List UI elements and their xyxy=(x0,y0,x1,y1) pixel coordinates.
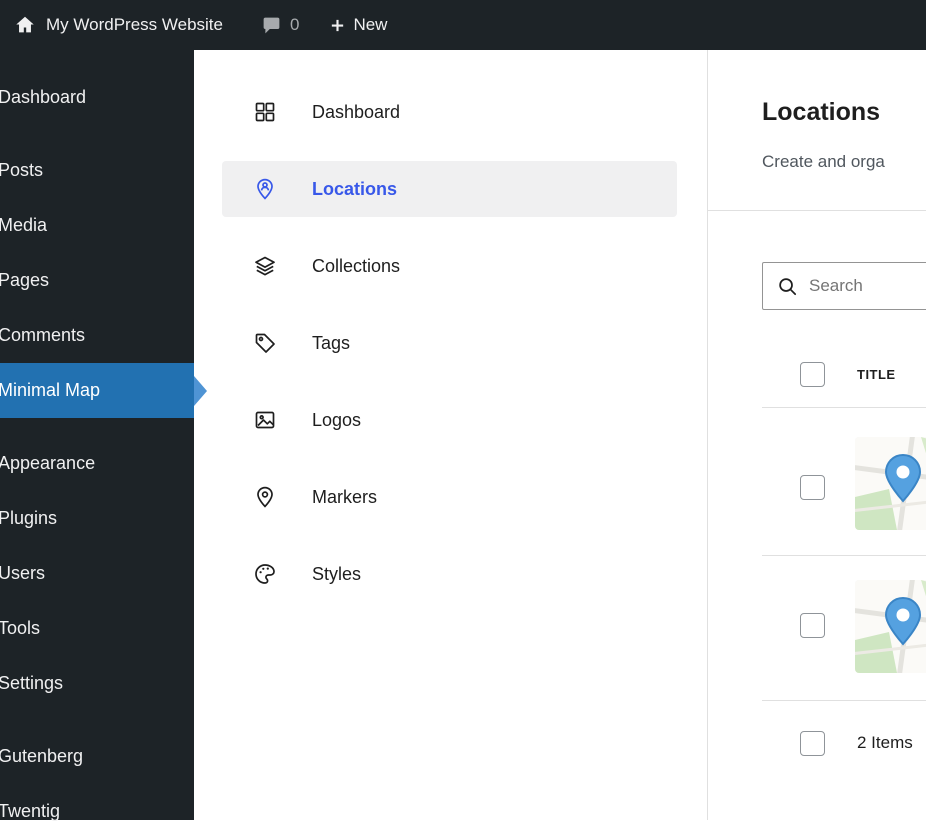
plugin-menu-label: Tags xyxy=(312,333,350,354)
sidebar-item-pages[interactable]: Pages xyxy=(0,253,194,308)
image-icon xyxy=(252,407,278,433)
footer-divider xyxy=(762,700,926,701)
location-pin-person-icon xyxy=(252,176,278,202)
search-box xyxy=(762,262,926,310)
sidebar-item-plugins[interactable]: Plugins xyxy=(0,491,194,546)
palette-icon xyxy=(252,561,278,587)
page-subtitle: Create and orga xyxy=(762,152,885,172)
plugin-menu-locations[interactable]: Locations xyxy=(222,161,677,217)
tag-icon xyxy=(252,330,278,356)
sidebar-item-gutenberg[interactable]: Gutenberg xyxy=(0,729,194,784)
plugin-menu-label: Dashboard xyxy=(312,102,400,123)
new-label: New xyxy=(353,15,387,35)
column-header-title: TITLE xyxy=(857,367,896,382)
admin-bar: My WordPress Website 0 New xyxy=(0,0,926,50)
sidebar-item-comments[interactable]: Comments xyxy=(0,308,194,363)
row-checkbox[interactable] xyxy=(800,613,825,638)
row-divider xyxy=(762,555,926,556)
map-marker-icon xyxy=(252,484,278,510)
plugin-menu-collections[interactable]: Collections xyxy=(222,238,677,294)
search-icon xyxy=(776,275,799,298)
layers-icon xyxy=(252,253,278,279)
plugin-menu-label: Logos xyxy=(312,410,361,431)
new-button[interactable]: New xyxy=(329,15,387,35)
row-checkbox[interactable] xyxy=(800,475,825,500)
plugin-menu-label: Markers xyxy=(312,487,377,508)
sidebar-item-minimal-map[interactable]: Minimal Map xyxy=(0,363,194,418)
sidebar-item-posts[interactable]: Posts xyxy=(0,143,194,198)
plugin-menu-styles[interactable]: Styles xyxy=(222,546,677,602)
comments-indicator[interactable]: 0 xyxy=(261,15,299,36)
map-location-thumbnail[interactable] xyxy=(855,437,926,530)
sidebar-item-appearance[interactable]: Appearance xyxy=(0,436,194,491)
plugin-menu-dashboard[interactable]: Dashboard xyxy=(222,84,677,140)
wp-admin-sidebar: Dashboard Posts Media Pages Comments Min… xyxy=(0,50,194,820)
search-input[interactable] xyxy=(809,263,926,309)
minimal-map-menu-panel: Dashboard Locations Collections xyxy=(194,50,708,820)
sidebar-item-settings[interactable]: Settings xyxy=(0,656,194,711)
sidebar-item-media[interactable]: Media xyxy=(0,198,194,253)
sidebar-item-twentig[interactable]: Twentig xyxy=(0,784,194,839)
plugin-menu-tags[interactable]: Tags xyxy=(222,315,677,371)
sidebar-item-tools[interactable]: Tools xyxy=(0,601,194,656)
plugin-menu-markers[interactable]: Markers xyxy=(222,469,677,525)
comment-bubble-icon xyxy=(261,15,282,36)
home-icon[interactable] xyxy=(14,14,36,36)
plus-icon xyxy=(329,17,346,34)
plugin-menu-label: Styles xyxy=(312,564,361,585)
plugin-menu-label: Locations xyxy=(312,179,397,200)
sidebar-item-dashboard[interactable]: Dashboard xyxy=(0,70,194,125)
header-divider xyxy=(708,210,926,211)
comment-count: 0 xyxy=(290,15,299,35)
sidebar-item-users[interactable]: Users xyxy=(0,546,194,601)
footer-select-all-checkbox[interactable] xyxy=(800,731,825,756)
locations-content-panel: Locations Create and orga TITLE xyxy=(708,50,926,820)
plugin-menu-label: Collections xyxy=(312,256,400,277)
items-count: 2 Items xyxy=(857,733,913,753)
table-header-divider xyxy=(762,407,926,408)
map-location-thumbnail[interactable] xyxy=(855,580,926,673)
select-all-checkbox[interactable] xyxy=(800,362,825,387)
site-name[interactable]: My WordPress Website xyxy=(46,15,223,35)
page-title: Locations xyxy=(762,98,880,127)
plugin-menu-logos[interactable]: Logos xyxy=(222,392,677,448)
dashboard-grid-icon xyxy=(252,99,278,125)
